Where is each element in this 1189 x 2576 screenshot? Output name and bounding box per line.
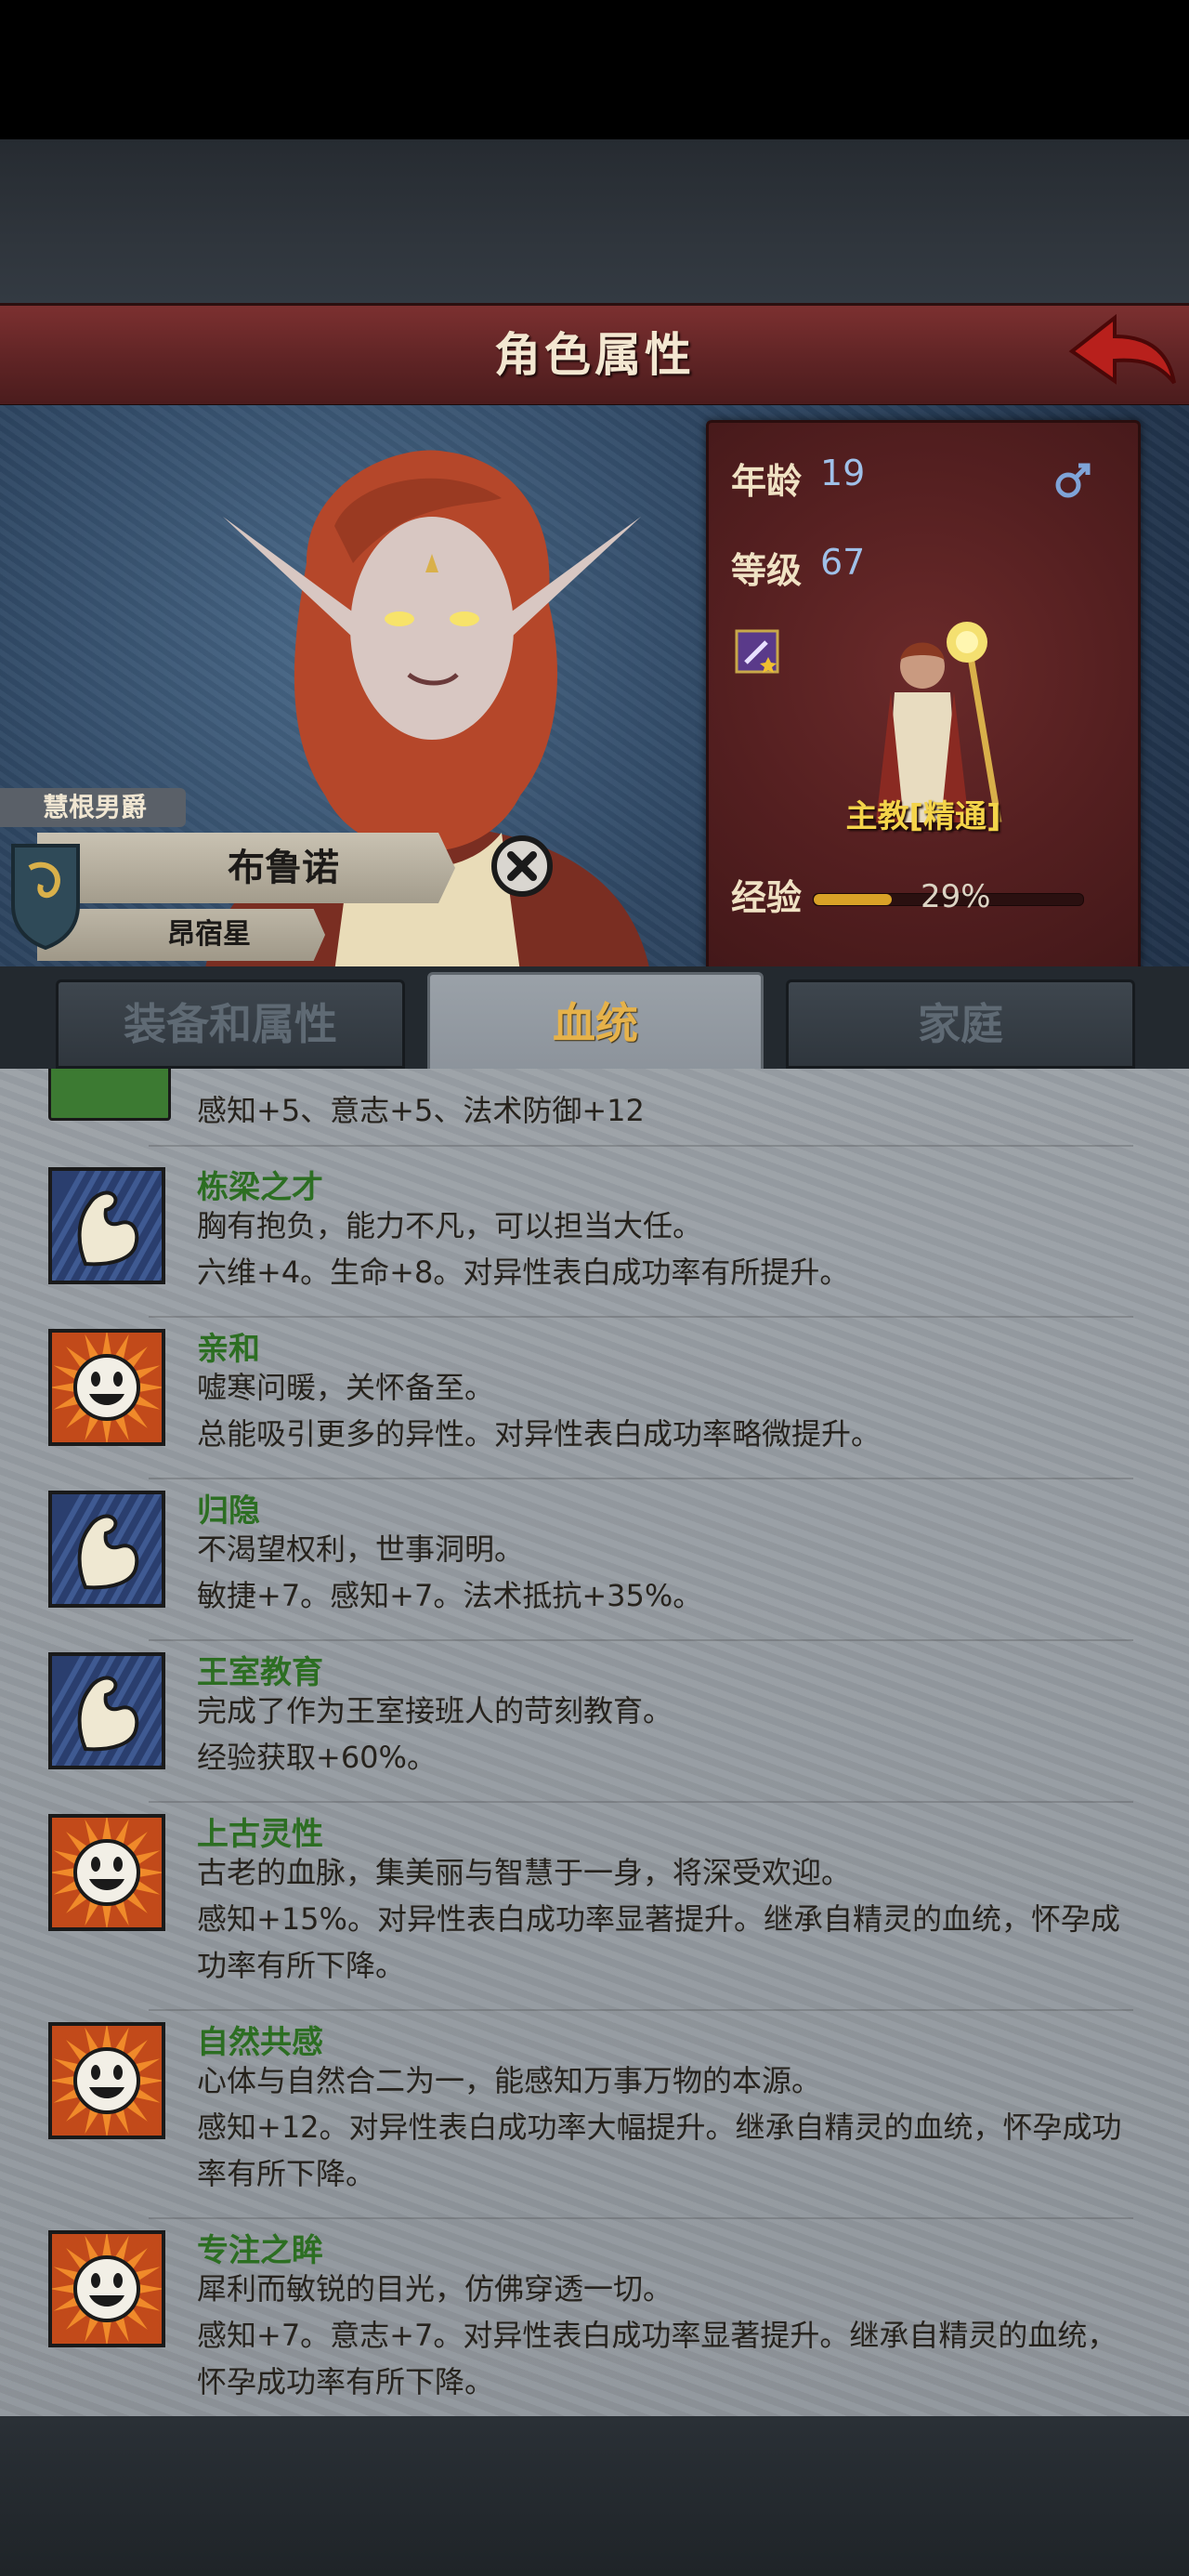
nobility-title-tag: 慧根男爵	[0, 788, 186, 827]
page-title: 角色属性	[494, 328, 695, 382]
arm-muscle-icon	[18, 1489, 222, 1610]
trait-desc-line: 功率有所下降。	[197, 1948, 406, 1983]
trait-name: 自然共感	[197, 2024, 323, 2061]
trait-desc-line: 古老的血脉，集美丽与智慧于一身，将深受欢迎。	[197, 1855, 852, 1890]
smiley-sun-icon	[48, 2022, 165, 2139]
smiley-sun-icon	[48, 1814, 165, 1931]
tab-bloodline[interactable]: 血统	[427, 972, 764, 1074]
exp-progress-fill	[814, 894, 892, 905]
exp-percent: 29%	[921, 878, 991, 915]
stats-panel: 年龄 19 等级 67 主教[精通] 经验 29%	[706, 420, 1141, 972]
bottom-bar	[0, 2416, 1189, 2576]
arm-muscle-icon	[18, 1165, 222, 1286]
tab-family[interactable]: 家庭	[786, 979, 1135, 1069]
trait-name: 亲和	[197, 1331, 260, 1368]
male-gender-icon	[1055, 463, 1091, 498]
row-divider	[149, 1639, 1133, 1641]
trait-desc-line: 不渴望权利，世事洞明。	[197, 1531, 525, 1567]
character-name: 布鲁诺	[228, 847, 339, 889]
status-bar-area	[0, 0, 1189, 139]
trait-desc-line: 感知+12。对异性表白成功率大幅提升。继承自精灵的血统，怀孕成功	[197, 2109, 1122, 2145]
trait-desc-line: 感知+5、意志+5、法术防御+12	[197, 1093, 645, 1128]
level-label: 等级	[731, 550, 803, 591]
tab-equipment-attributes[interactable]: 装备和属性	[56, 979, 405, 1069]
smiley-sun-icon	[48, 2230, 165, 2347]
nobility-title: 慧根男爵	[43, 792, 148, 822]
age-value: 19	[820, 453, 866, 493]
back-arrow-icon	[1068, 313, 1176, 385]
trait-desc-line: 六维+4。生命+8。对异性表白成功率有所提升。	[197, 1255, 850, 1290]
trait-desc-line: 感知+7。意志+7。对异性表白成功率显著提升。继承自精灵的血统，	[197, 2318, 1117, 2353]
smiley-sun-icon	[48, 1329, 165, 1446]
trait-desc-line: 嘘寒问暖，关怀备至。	[197, 1370, 495, 1405]
trait-desc-line: 敏捷+7。感知+7。法术抵抗+35%。	[197, 1578, 703, 1613]
skill-wand-icon[interactable]	[735, 629, 779, 674]
trait-name: 专注之眸	[197, 2232, 323, 2269]
trait-name: 归隐	[197, 1492, 260, 1530]
row-divider	[149, 2009, 1133, 2011]
trait-desc-line: 胸有抱负，能力不凡，可以担当大任。	[197, 1208, 703, 1243]
top-background	[0, 139, 1189, 303]
trait-desc-line: 犀利而敏锐的目光，仿佛穿透一切。	[197, 2271, 673, 2307]
trait-desc-line: 总能吸引更多的异性。对异性表白成功率略微提升。	[197, 1416, 882, 1452]
row-divider	[149, 1801, 1133, 1803]
leaf-icon	[48, 1069, 171, 1121]
trait-desc-line: 感知+15%。对异性表白成功率显著提升。继承自精灵的血统，怀孕成	[197, 1901, 1120, 1937]
level-value: 67	[820, 542, 866, 583]
row-divider	[149, 2217, 1133, 2219]
trait-desc-line: 率有所下降。	[197, 2156, 376, 2191]
exp-label: 经验	[731, 877, 803, 918]
trait-name: 王室教育	[197, 1654, 323, 1691]
trait-list[interactable]: 感知+5、意志+5、法术防御+12 栋梁之才 胸有抱负，能力不凡，可以担当大任。六…	[0, 1069, 1189, 2416]
back-button[interactable]	[1059, 310, 1180, 394]
row-divider	[149, 1316, 1133, 1318]
close-icon	[491, 835, 553, 897]
dismiss-button[interactable]	[489, 833, 555, 900]
header-bar: 角色属性	[0, 303, 1189, 408]
tab-bar: 装备和属性 血统 家庭	[0, 966, 1189, 1074]
trait-desc-line: 怀孕成功率有所下降。	[197, 2364, 495, 2399]
trait-desc-line: 完成了作为王室接班人的苛刻教育。	[197, 1693, 673, 1728]
name-plate: 布鲁诺	[37, 833, 455, 903]
house-crest-icon	[11, 844, 80, 950]
trait-name: 上古灵性	[197, 1816, 323, 1853]
trait-desc-line: 心体与自然合二为一，能感知万事万物的本源。	[197, 2063, 822, 2098]
trait-desc-line: 经验获取+60%。	[197, 1740, 437, 1775]
class-name: 主教[精通]	[845, 798, 1001, 835]
age-label: 年龄	[731, 461, 803, 502]
arm-muscle-icon	[18, 1650, 222, 1771]
trait-name: 栋梁之才	[197, 1169, 323, 1206]
row-divider	[149, 1478, 1133, 1479]
